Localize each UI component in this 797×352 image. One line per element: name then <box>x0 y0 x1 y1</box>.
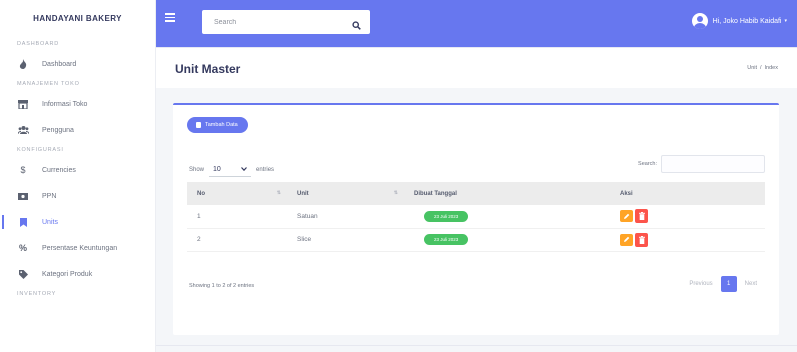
column-dibuat-tanggal[interactable]: Dibuat Tanggal <box>404 182 610 205</box>
avatar <box>691 13 708 29</box>
units-table: No ⇅ Unit ⇅ Dibuat Tanggal Aksi 1 Satuan 2… <box>187 182 765 252</box>
footer-divider <box>156 345 797 346</box>
sidebar-item-label: Dashboard <box>42 60 77 68</box>
user-name: Hi, Joko Habib Kaidafi <box>712 17 782 25</box>
pagination: Previous 1 Next <box>681 276 765 292</box>
edit-button[interactable] <box>620 233 633 246</box>
menu-header-konfigurasi: KONFIGURASI <box>17 147 64 153</box>
plus-icon <box>196 122 201 128</box>
breadcrumb-item-unit[interactable]: Unit <box>747 65 757 71</box>
money-icon <box>17 190 29 202</box>
store-icon <box>17 98 29 110</box>
cell-unit: Satuan <box>297 212 318 220</box>
sidebar-item-label: Persentase Keuntungan <box>42 244 118 252</box>
sidebar-item-label: Kategori Produk <box>42 270 93 278</box>
bookmark-icon <box>17 216 29 228</box>
user-menu[interactable]: Hi, Joko Habib Kaidafi ▾ <box>691 11 787 31</box>
next-button[interactable]: Next <box>737 281 765 287</box>
chevron-down-icon <box>241 166 247 173</box>
sidebar-item-label: Informasi Toko <box>42 100 88 108</box>
search-input[interactable] <box>214 10 354 34</box>
trash-icon <box>638 212 645 221</box>
sidebar-item-dashboard[interactable]: Dashboard <box>0 51 155 77</box>
sidebar-item-label: PPN <box>42 192 57 200</box>
sort-icon: ⇅ <box>393 190 398 196</box>
edit-icon <box>624 236 630 242</box>
table-filter: Search: <box>638 155 765 173</box>
brand-logo[interactable]: HANDAYANI BAKERY <box>0 0 155 37</box>
entries-value: 10 <box>213 166 221 173</box>
add-data-button[interactable]: Tambah Data <box>187 117 248 133</box>
breadcrumb-item-index: Index <box>764 65 778 71</box>
edit-icon <box>624 213 630 219</box>
sort-icon: ⇅ <box>276 190 281 196</box>
sidebar-item-kategori-produk[interactable]: Kategori Produk <box>0 261 155 287</box>
date-badge: 23 Juli 2023 <box>424 210 469 222</box>
column-aksi: Aksi <box>620 190 633 197</box>
edit-button[interactable] <box>620 210 633 223</box>
sidebar-item-label: Currencies <box>42 166 76 174</box>
menu-header-dashboard: DASHBOARD <box>17 41 60 47</box>
add-data-label: Tambah Data <box>205 122 238 128</box>
tag-icon <box>17 268 29 280</box>
table-row: 1 Satuan 23 Juli 2023 <box>187 205 765 228</box>
previous-button[interactable]: Previous <box>681 281 720 287</box>
table-row: 2 Slice 23 Juli 2023 <box>187 228 765 251</box>
cell-unit: Slice <box>297 236 312 243</box>
page-title: Unit Master <box>175 62 241 76</box>
cell-aksi <box>610 228 765 251</box>
users-icon <box>17 124 29 136</box>
dollar-icon: $ <box>20 165 26 175</box>
fire-icon <box>17 58 29 70</box>
unit-card: Tambah Data Show 10 entries Search: No ⇅ … <box>173 103 779 335</box>
column-no[interactable]: No ⇅ <box>187 182 287 205</box>
page-1-button[interactable]: 1 <box>720 276 737 292</box>
delete-button[interactable] <box>635 232 648 247</box>
menu-header-manajemen-toko: MANAJEMEN TOKO <box>17 81 80 87</box>
entries-label: entries <box>256 167 275 173</box>
entries-select[interactable]: 10 <box>209 163 252 177</box>
cell-no: 2 <box>197 236 201 243</box>
entries-length: Show 10 entries <box>189 163 274 177</box>
menu-header-inventory: INVENTORY <box>17 291 57 297</box>
date-badge: 23 Juli 2023 <box>424 234 469 245</box>
sidebar-item-informasi-toko[interactable]: Informasi Toko <box>0 91 155 117</box>
table-info: Showing 1 to 2 of 2 entries <box>189 283 255 289</box>
cell-date: 23 Juli 2023 <box>404 228 610 251</box>
breadcrumb-separator: / <box>760 65 762 71</box>
sidebar-item-ppn[interactable]: PPN <box>0 183 155 209</box>
sidebar-item-label: Pengguna <box>42 126 74 134</box>
breadcrumb: Unit / Index <box>747 65 778 71</box>
hamburger-icon[interactable] <box>165 13 175 22</box>
filter-label: Search: <box>638 161 657 167</box>
show-label: Show <box>189 167 205 173</box>
cell-date: 23 Juli 2023 <box>404 205 610 228</box>
percent-icon: % <box>18 243 27 253</box>
cell-no: 1 <box>197 212 201 220</box>
filter-input[interactable] <box>661 155 765 173</box>
sidebar-item-units[interactable]: Units <box>0 209 155 235</box>
section-header: Unit Master Unit / Index <box>156 48 797 88</box>
search-icon[interactable] <box>352 17 362 30</box>
caret-down-icon: ▾ <box>784 18 787 24</box>
search-box <box>202 10 370 34</box>
sidebar: HANDAYANI BAKERY DASHBOARD Dashboard MAN… <box>0 0 156 352</box>
sidebar-item-currencies[interactable]: $ Currencies <box>0 157 155 183</box>
sidebar-item-label: Units <box>42 218 58 226</box>
trash-icon <box>638 235 645 244</box>
delete-button[interactable] <box>635 209 648 224</box>
sidebar-item-persentase-keuntungan[interactable]: % Persentase Keuntungan <box>0 235 155 261</box>
column-unit[interactable]: Unit ⇅ <box>287 182 404 205</box>
cell-aksi <box>610 205 765 228</box>
sidebar-item-pengguna[interactable]: Pengguna <box>0 117 155 143</box>
table-header-row: No ⇅ Unit ⇅ Dibuat Tanggal Aksi <box>187 182 765 205</box>
topbar: Hi, Joko Habib Kaidafi ▾ <box>156 0 797 47</box>
